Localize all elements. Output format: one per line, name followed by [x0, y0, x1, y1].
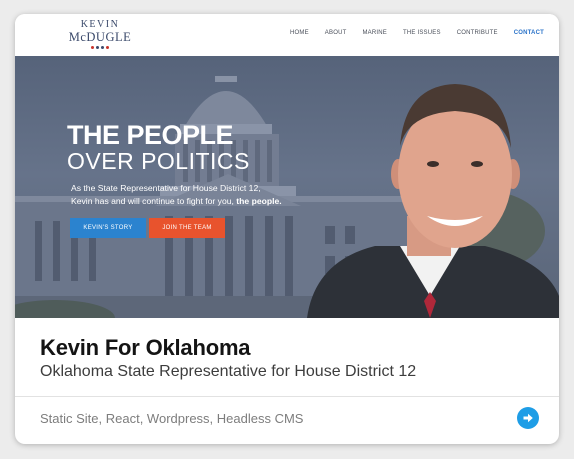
nav-marine[interactable]: MARINE [362, 30, 387, 36]
logo-line-2: McDUGLE [68, 30, 132, 44]
site-logo[interactable]: KEVIN McDUGLE [67, 20, 133, 50]
nav-about[interactable]: ABOUT [325, 30, 347, 36]
headline-line-2: OVER POLITICS [67, 148, 250, 174]
arrow-right-icon [523, 413, 533, 423]
nav-contribute[interactable]: CONTRIBUTE [457, 30, 498, 36]
intro-line-2: Kevin has and will continue to fight for… [71, 195, 331, 208]
kevins-story-button[interactable]: KEVIN'S STORY [70, 218, 146, 238]
nav-contact[interactable]: CONTACT [514, 30, 544, 36]
nav-the-issues[interactable]: THE ISSUES [403, 30, 441, 36]
project-title: Kevin For Oklahoma [40, 335, 251, 360]
intro-line-1: As the State Representative for House Di… [71, 183, 261, 193]
hero-banner: THE PEOPLE OVER POLITICS As the State Re… [15, 56, 559, 318]
site-header: KEVIN McDUGLE HOME ABOUT MARINE THE ISSU… [15, 14, 559, 56]
nav-home[interactable]: HOME [290, 30, 309, 36]
intro-emphasis: the people. [236, 196, 282, 206]
tech-stack: Static Site, React, Wordpress, Headless … [40, 411, 304, 426]
intro-line-2-text: Kevin has and will continue to fight for… [71, 196, 234, 206]
portfolio-card[interactable]: KEVIN McDUGLE HOME ABOUT MARINE THE ISSU… [15, 14, 559, 444]
card-divider [15, 396, 559, 397]
project-subtitle: Oklahoma State Representative for House … [40, 363, 417, 380]
arrow-right-circle-icon[interactable] [517, 407, 539, 429]
logo-line-1: KEVIN [80, 19, 120, 30]
hero-intro: As the State Representative for House Di… [71, 182, 331, 208]
site-nav: HOME ABOUT MARINE THE ISSUES CONTRIBUTE … [274, 30, 544, 36]
join-the-team-button[interactable]: JOIN THE TEAM [149, 218, 225, 238]
headline-line-1: THE PEOPLE [67, 120, 234, 150]
hero-headline: THE PEOPLE OVER POLITICS [67, 122, 250, 173]
logo-stars-icon [67, 45, 133, 50]
